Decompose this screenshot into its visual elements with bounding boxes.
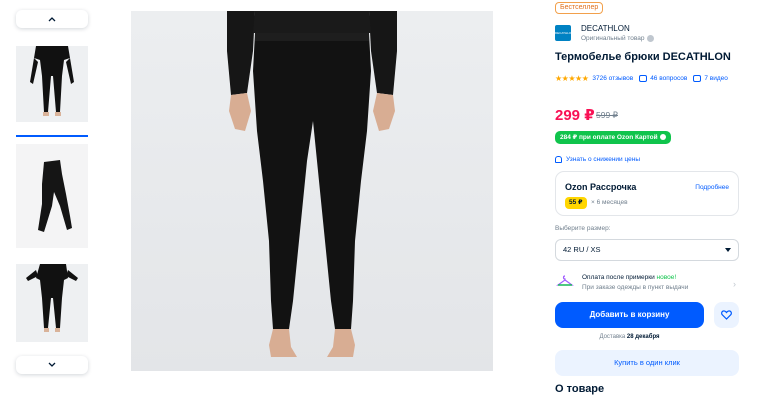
thumbnail-back[interactable] [16, 264, 88, 342]
active-thumbnail-indicator [16, 135, 88, 137]
price-drop-notify-label: Узнать о снижении цены [566, 156, 641, 163]
old-price: 599 ₽ [596, 110, 618, 120]
installment-card[interactable]: Ozon Рассрочка Подробнее 55 ₽ × 6 месяце… [555, 171, 739, 216]
thumbnail-front[interactable] [16, 46, 88, 122]
installment-term: × 6 месяцев [591, 199, 628, 206]
add-to-cart-button[interactable]: Добавить в корзину [555, 302, 704, 328]
product-title: Термобелье брюки DECATHLON [555, 51, 731, 63]
chevron-down-icon [725, 248, 731, 252]
size-selected-value: 42 RU / XS [563, 245, 601, 254]
installment-more-link[interactable]: Подробнее [695, 184, 729, 191]
original-product-label: Оригинальный товар [581, 35, 645, 43]
bell-icon [555, 156, 562, 163]
video-icon [693, 74, 702, 82]
questions-link[interactable]: 46 вопросов [639, 74, 688, 82]
thumbnail-gallery [14, 8, 90, 376]
heart-icon [721, 310, 732, 320]
favorite-button[interactable] [714, 302, 739, 328]
gallery-scroll-up-button[interactable] [16, 10, 88, 28]
current-price: 299 ₽ [555, 107, 595, 124]
brand-name-link[interactable]: DECATHLON [581, 24, 630, 33]
price-drop-notify-link[interactable]: Узнать о снижении цены [555, 156, 640, 163]
original-product-note: Оригинальный товар [581, 35, 654, 42]
thumbnail-side[interactable] [16, 144, 88, 248]
chevron-up-icon [48, 17, 56, 22]
ozon-card-price-badge[interactable]: 284 ₽ при оплате Ozon Картой [555, 131, 671, 144]
installment-title: Ozon Рассрочка [565, 182, 637, 192]
reviews-count: 3726 отзывов [592, 74, 634, 82]
hanger-icon [556, 275, 574, 286]
bestseller-badge: Бестселлер [555, 2, 604, 14]
star-rating[interactable]: ★★★★★ [555, 74, 589, 83]
delivery-date: Доставка 28 декабря [555, 334, 704, 340]
try-on-info[interactable]: Оплата после примерки новое! При заказе … [555, 272, 739, 296]
videos-count: 7 видео [704, 74, 728, 82]
delivery-date-value: 28 декабря [626, 334, 660, 340]
delivery-prefix: Доставка [599, 334, 626, 340]
installment-amount: 55 ₽ [565, 197, 587, 209]
size-label: Выберите размер: [555, 225, 611, 232]
try-on-title: Оплата после примерки новое! [582, 274, 676, 281]
product-info-panel: Бестселлер DECATHLON DECATHLON Оригиналь… [554, 0, 754, 406]
main-product-image[interactable] [131, 11, 493, 371]
chevron-down-icon [48, 362, 56, 367]
try-on-subtitle: При заказе одежды в пункт выдачи [582, 284, 689, 291]
chat-icon [639, 74, 648, 82]
gallery-scroll-down-button[interactable] [16, 356, 88, 374]
try-on-title-text: Оплата после примерки [582, 274, 655, 281]
reviews-link[interactable]: 3726 отзывов [592, 75, 633, 82]
brand-logo[interactable]: DECATHLON [555, 25, 571, 41]
videos-link[interactable]: 7 видео [693, 74, 728, 82]
about-product-heading: О товаре [555, 383, 605, 395]
rating-row: ★★★★★ 3726 отзывов 46 вопросов 7 видео [555, 73, 734, 83]
check-icon [659, 134, 666, 141]
ozon-card-price-text: 284 ₽ при оплате Ozon Картой [560, 134, 658, 141]
questions-count: 46 вопросов [650, 74, 688, 82]
size-select[interactable]: 42 RU / XS [555, 239, 739, 261]
info-icon[interactable] [646, 35, 654, 42]
buy-one-click-button[interactable]: Купить в один клик [555, 350, 739, 376]
new-label: новое! [656, 274, 677, 281]
chevron-right-icon: › [733, 279, 736, 289]
